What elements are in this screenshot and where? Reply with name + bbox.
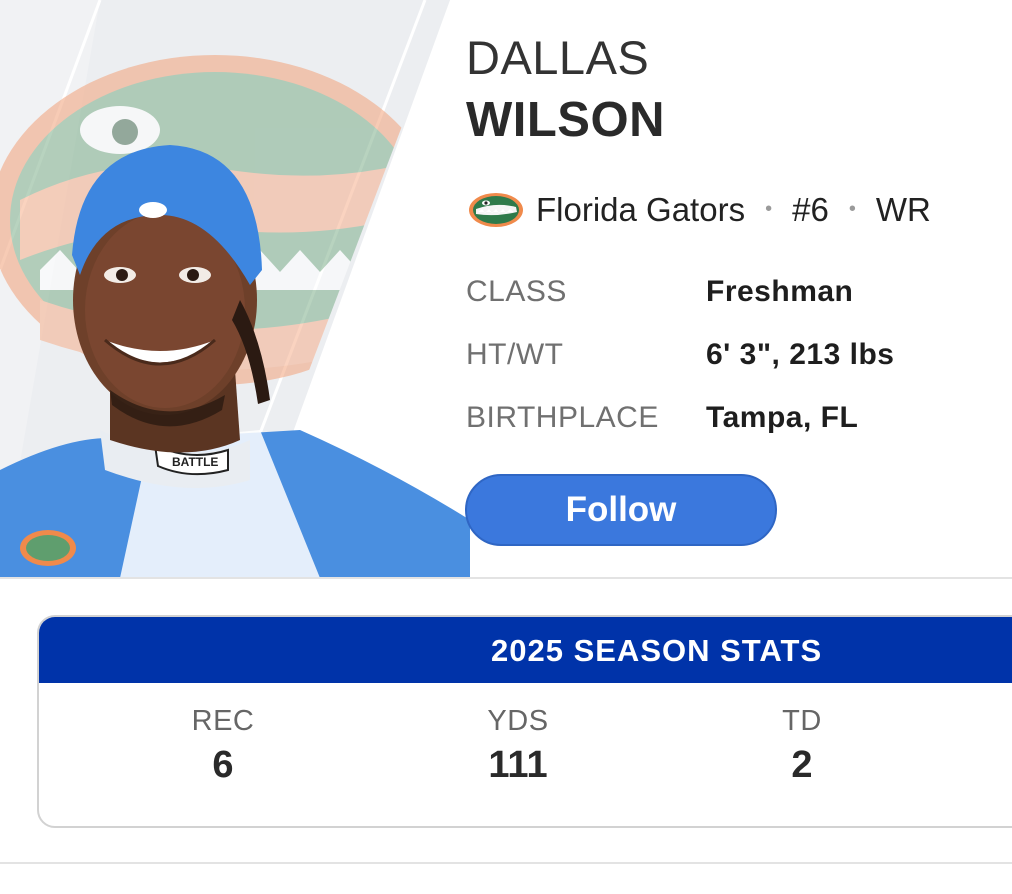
stats-header: 2025 SEASON STATS	[39, 617, 1012, 683]
info-row-height-weight: HT/WT 6' 3", 213 lbs	[466, 335, 894, 375]
info-value: Freshman	[706, 275, 854, 308]
info-row-class: CLASS Freshman	[466, 272, 853, 312]
stat-value: 111	[488, 744, 548, 786]
separator-dot: •	[765, 197, 773, 220]
stat-yds: YDS 111	[438, 705, 598, 787]
player-photo: BATTLE	[0, 0, 470, 578]
info-label: HT/WT	[466, 338, 564, 371]
player-position: WR	[875, 191, 931, 228]
stats-title: 2025 SEASON STATS	[491, 633, 823, 668]
stat-label: YDS	[487, 705, 549, 737]
team-name: Florida Gators	[536, 191, 746, 228]
gator-logo-icon	[468, 192, 524, 228]
stat-value: 2	[791, 744, 813, 786]
season-stats-card: 2025 SEASON STATS REC 6 YDS 111 TD 2	[37, 615, 1012, 828]
player-first-name: DALLAS	[466, 31, 650, 84]
divider	[0, 862, 1012, 864]
stat-label: TD	[782, 705, 822, 737]
follow-button[interactable]: Follow	[465, 474, 777, 546]
separator-dot: •	[848, 197, 856, 220]
info-label: CLASS	[466, 275, 567, 308]
jersey-number: #6	[792, 191, 829, 228]
player-header: BATTLE DALLAS WILSON Florida Gators • #6…	[0, 0, 1012, 578]
info-value: 6' 3", 213 lbs	[706, 338, 895, 371]
info-row-birthplace: BIRTHPLACE Tampa, FL	[466, 398, 858, 438]
stat-td: TD 2	[722, 705, 882, 787]
stat-label: REC	[191, 705, 255, 737]
player-last-name: WILSON	[466, 93, 665, 147]
stat-value: 6	[212, 744, 234, 786]
svg-text:BATTLE: BATTLE	[172, 455, 218, 469]
divider	[0, 577, 1012, 579]
stat-rec: REC 6	[143, 705, 303, 787]
team-line: Florida Gators • #6 • WR	[468, 190, 931, 230]
info-label: BIRTHPLACE	[466, 401, 659, 434]
info-value: Tampa, FL	[706, 401, 859, 434]
